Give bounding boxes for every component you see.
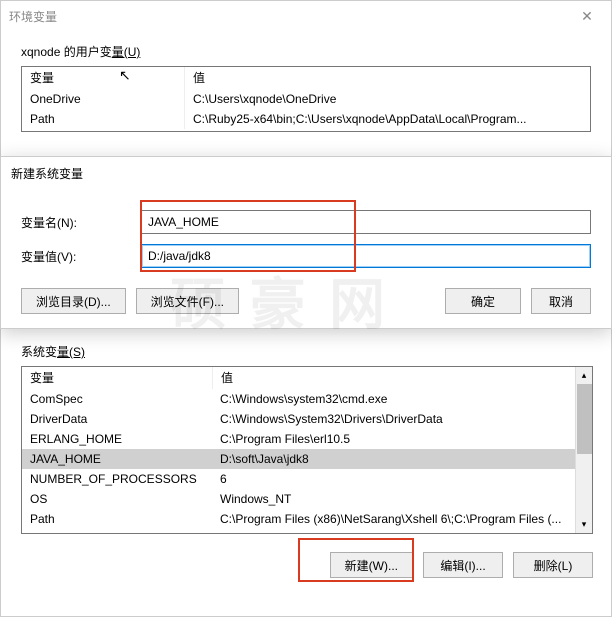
scroll-up-icon[interactable]: ▴ [576,367,593,384]
table-row[interactable]: OneDrive C:\Users\xqnode\OneDrive [22,89,590,109]
close-icon[interactable]: ✕ [571,1,603,31]
user-vars-table[interactable]: 变量 值 OneDrive C:\Users\xqnode\OneDrive P… [21,66,591,132]
var-name-input[interactable] [141,210,591,234]
browse-file-button[interactable]: 浏览文件(F)... [136,288,239,314]
cancel-button[interactable]: 取消 [531,288,591,314]
table-row[interactable]: NUMBER_OF_PROCESSORS 6 [22,469,575,489]
titlebar: 环境变量 ✕ [1,1,611,31]
sys-vars-label: 系统变量(S) [1,343,612,360]
user-vars-label: xqnode 的用户变量(U) [1,43,611,60]
user-vars-header: 变量 值 [22,67,590,89]
table-row[interactable]: Path C:\Program Files (x86)\NetSarang\Xs… [22,509,575,529]
edit-button[interactable]: 编辑(I)... [423,552,503,578]
new-var-buttons: 浏览目录(D)... 浏览文件(F)... 确定 取消 [1,288,611,328]
ok-button[interactable]: 确定 [445,288,521,314]
new-button[interactable]: 新建(W)... [330,552,413,578]
scroll-track[interactable] [576,384,593,516]
table-row[interactable]: DriverData C:\Windows\System32\Drivers\D… [22,409,575,429]
table-row[interactable]: ComSpec C:\Windows\system32\cmd.exe [22,389,575,409]
dialog-title: 环境变量 [9,8,57,25]
sys-vars-header: 变量 值 [22,367,575,389]
header-value: 值 [184,67,590,89]
var-value-row: 变量值(V): [21,244,591,268]
scroll-down-icon[interactable]: ▾ [576,516,593,533]
header-name: 变量 [22,367,212,389]
sys-vars-buttons: 新建(W)... 编辑(I)... 删除(L) [1,534,612,578]
new-system-var-dialog: 新建系统变量 变量名(N): 变量值(V): 浏览目录(D)... 浏览文件(F… [0,156,612,329]
var-name-row: 变量名(N): [21,210,591,234]
scroll-thumb[interactable] [577,384,592,454]
delete-button[interactable]: 删除(L) [513,552,593,578]
var-value-label: 变量值(V): [21,248,141,265]
browse-dir-button[interactable]: 浏览目录(D)... [21,288,126,314]
header-name: 变量 [22,67,184,89]
table-row[interactable]: OS Windows_NT [22,489,575,509]
table-row[interactable]: Path C:\Ruby25-x64\bin;C:\Users\xqnode\A… [22,109,590,129]
var-name-label: 变量名(N): [21,214,141,231]
new-var-title: 新建系统变量 [1,157,611,190]
var-value-input[interactable] [141,244,591,268]
sys-vars-table[interactable]: 变量 值 ComSpec C:\Windows\system32\cmd.exe… [21,366,593,534]
system-vars-section: 系统变量(S) 变量 值 ComSpec C:\Windows\system32… [1,331,612,578]
scrollbar[interactable]: ▴ ▾ [575,367,592,533]
table-row[interactable]: ERLANG_HOME C:\Program Files\erl10.5 [22,429,575,449]
table-row[interactable]: JAVA_HOME D:\soft\Java\jdk8 [22,449,575,469]
header-value: 值 [212,367,575,389]
